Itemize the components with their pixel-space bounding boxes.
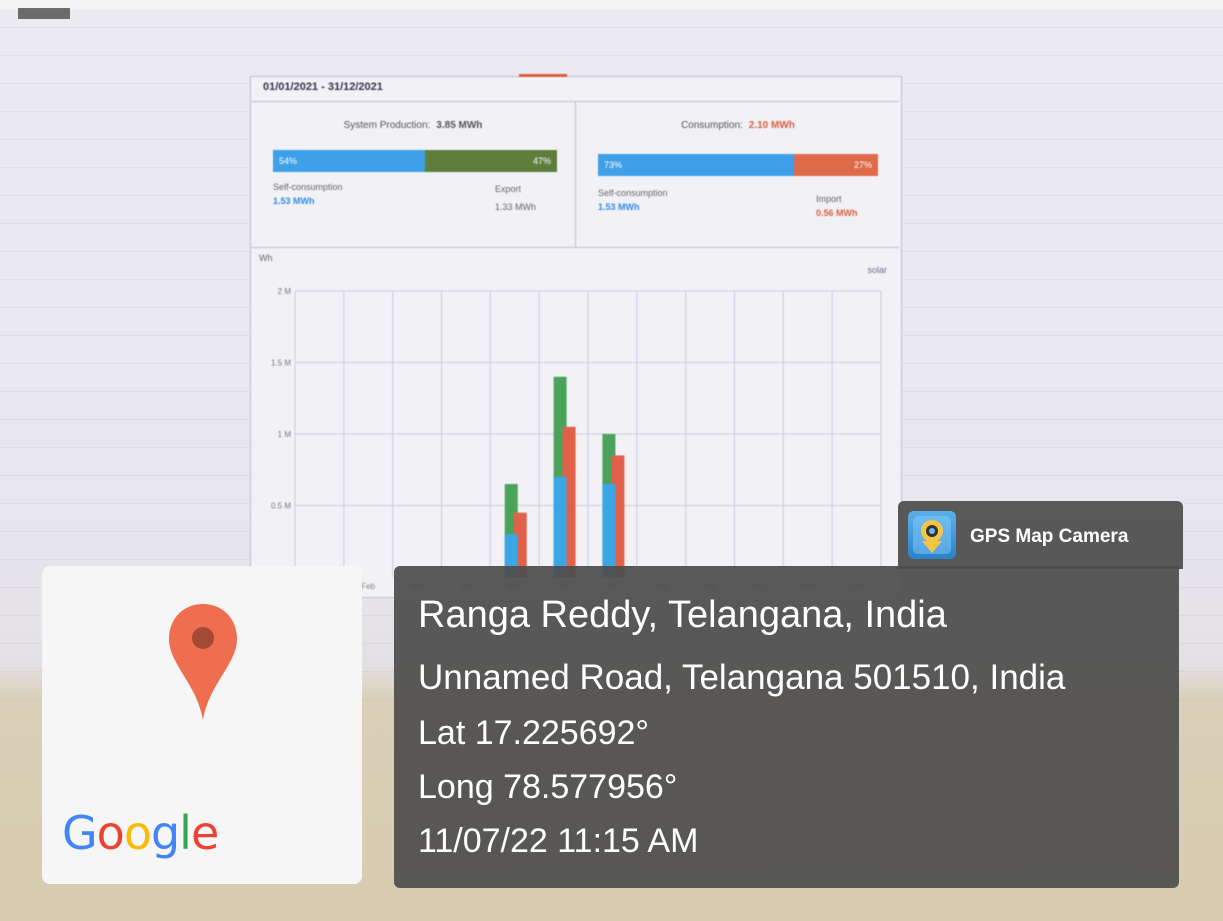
google-logo-letter: G: [62, 806, 98, 860]
consumption-import-value: 0.56 MWh: [816, 208, 858, 218]
chart-ytick-label: 2 M: [278, 287, 292, 296]
production-value: 3.85 MWh: [436, 120, 483, 131]
location-longitude: Long 78.577956°: [418, 768, 678, 806]
consumption-import-segment: 27%: [794, 154, 878, 176]
chart-brand-logo: solar: [867, 265, 887, 275]
energy-report: 01/01/2021 - 31/12/2021 System Productio…: [250, 74, 902, 598]
google-logo-letter: g: [150, 806, 180, 860]
gps-app-badge: GPS Map Camera: [898, 501, 1183, 569]
production-title: System Production: 3.85 MWh: [251, 120, 575, 131]
consumption-self-segment: 73%: [598, 154, 794, 176]
location-place: Ranga Reddy, Telangana, India: [418, 594, 947, 636]
consumption-title: Consumption: 2.10 MWh: [576, 120, 900, 131]
location-datetime: 11/07/22 11:15 AM: [418, 822, 699, 860]
consumption-title-label: Consumption:: [681, 120, 743, 131]
google-logo-letter: o: [123, 806, 152, 860]
production-title-label: System Production:: [343, 120, 431, 131]
gps-camera-icon: [908, 511, 956, 559]
map-thumbnail: Google: [42, 566, 362, 884]
consumption-self-value: 1.53 MWh: [598, 202, 640, 212]
production-export-segment: 47%: [425, 150, 557, 172]
production-self-label: Self-consumption: [273, 182, 343, 192]
monthly-energy-chart: 2 M1.5 M1 M0.5 MJanFebMarAprMayJunJulAug…: [251, 247, 899, 597]
consumption-self-label: Self-consumption: [598, 188, 668, 198]
chart-ytick-label: 0.5 M: [271, 502, 291, 511]
report-accent-tab: [519, 74, 567, 77]
production-export-value: 1.33 MWh: [495, 202, 537, 212]
consumption-bar: 73% 27%: [598, 154, 878, 176]
chart-xtick-label: Feb: [361, 582, 375, 591]
report-summary: System Production: 3.85 MWh 54% 47% Self-…: [251, 101, 899, 248]
production-panel: System Production: 3.85 MWh 54% 47% Self-…: [251, 102, 576, 247]
chart-unit-label: Wh: [259, 253, 273, 263]
chart-ytick-label: 1.5 M: [271, 359, 291, 368]
map-pin-icon: [169, 604, 237, 720]
location-info-panel: Ranga Reddy, Telangana, India Unnamed Ro…: [394, 566, 1179, 888]
chart-bar: [553, 476, 567, 577]
gps-app-name: GPS Map Camera: [970, 526, 1129, 547]
google-logo: Google: [62, 806, 219, 860]
consumption-panel: Consumption: 2.10 MWh 73% 27% Self-consum…: [576, 102, 900, 247]
production-bar: 54% 47%: [273, 150, 557, 172]
location-address: Unnamed Road, Telangana 501510, India: [418, 658, 1066, 697]
consumption-value: 2.10 MWh: [748, 120, 795, 131]
report-date-range: 01/01/2021 - 31/12/2021: [263, 81, 383, 93]
chart-svg: 2 M1.5 M1 M0.5 MJanFebMarAprMayJunJulAug…: [271, 287, 882, 591]
chart-ytick-label: 1 M: [278, 430, 292, 439]
chart-bar: [602, 484, 616, 577]
google-logo-letter: o: [96, 806, 125, 860]
photo-background: 01/01/2021 - 31/12/2021 System Productio…: [0, 0, 1223, 921]
google-logo-letter: e: [190, 806, 219, 860]
production-self-segment: 54%: [273, 150, 425, 172]
consumption-import-label: Import: [816, 194, 842, 204]
location-latitude: Lat 17.225692°: [418, 714, 650, 752]
production-self-value: 1.53 MWh: [273, 196, 315, 206]
google-logo-letter: l: [179, 806, 192, 860]
production-export-label: Export: [495, 184, 522, 194]
